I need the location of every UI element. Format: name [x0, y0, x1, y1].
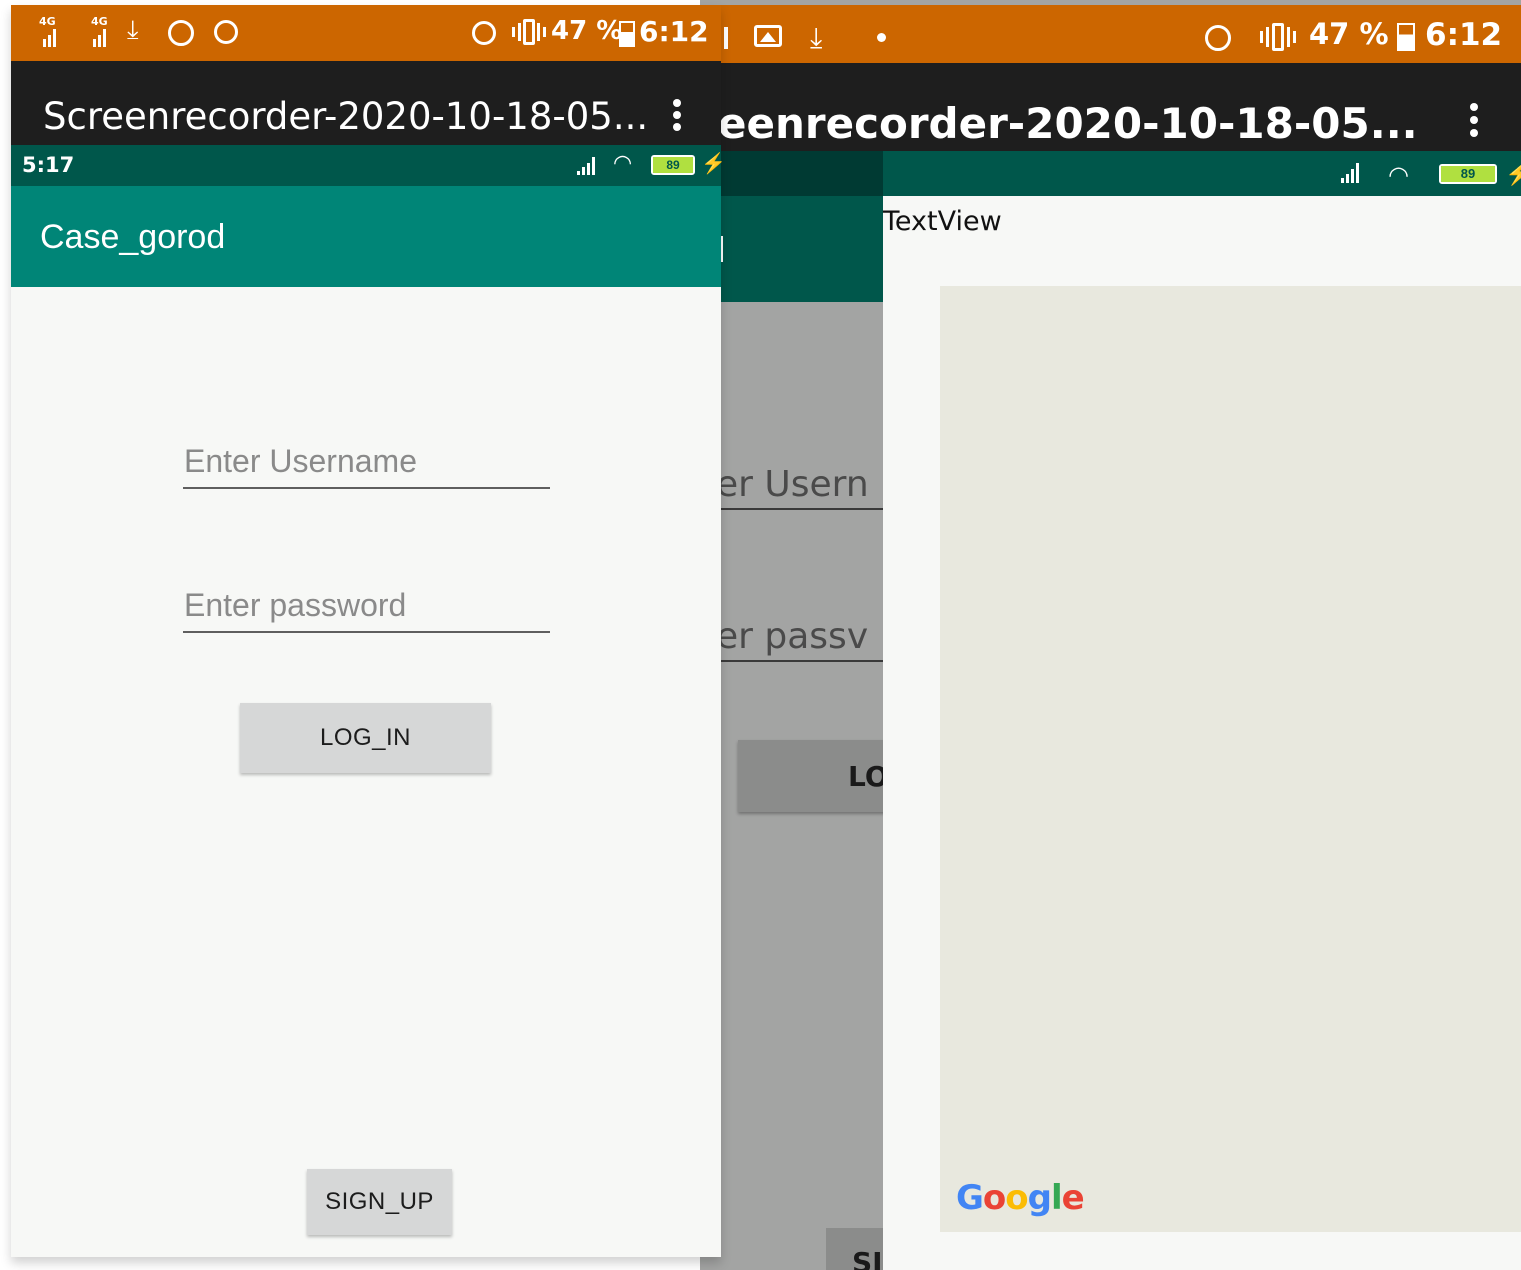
- sim1-signal-icon: 4G: [39, 15, 67, 47]
- whatsapp-icon: [168, 20, 194, 46]
- alarm-icon: [214, 20, 238, 44]
- more-options-icon[interactable]: [673, 99, 681, 131]
- alarm-icon-right: [472, 21, 496, 45]
- password-underline: [183, 631, 550, 633]
- sim2-signal-icon: 4G: [85, 15, 117, 47]
- signal-icon: [724, 27, 728, 49]
- password-placeholder: Enter password: [184, 587, 407, 623]
- cell-signal-icon: [1341, 163, 1359, 183]
- password-input[interactable]: Enter password: [183, 581, 550, 633]
- username-field-underline: [720, 508, 883, 510]
- map-view[interactable]: Google: [940, 286, 1521, 1232]
- gallery-icon: [754, 25, 782, 47]
- video-title: eenrecorder-2020-10-18-05...: [718, 99, 1418, 148]
- right-recording: ⤓ 47 % 6:12 eenrecorder-2020-10-18-05...…: [700, 0, 1521, 1270]
- clock-time: 6:12: [1425, 17, 1503, 53]
- textview-label: TextView: [883, 206, 1002, 237]
- vibrate-icon: [1260, 23, 1296, 51]
- vibrate-icon: [512, 19, 546, 45]
- username-field-partial: er Usern: [716, 464, 869, 505]
- app-status-time: 5:17: [22, 153, 75, 177]
- video-title: Screenrecorder-2020-10-18-05...: [43, 95, 649, 138]
- password-field-partial: er passv: [716, 616, 869, 657]
- app-action-bar: Case_gorod: [11, 186, 721, 287]
- charging-icon: ⚡: [701, 153, 726, 175]
- clock-time: 6:12: [639, 15, 709, 48]
- battery-percent: 47 %: [1309, 17, 1389, 51]
- dimmed-app-bar-top: [700, 151, 883, 196]
- notification-dot-icon: [877, 33, 886, 42]
- map-activity-status-bar: ◠ 89 ⚡: [883, 151, 1521, 196]
- charging-icon: ⚡: [1505, 161, 1521, 186]
- battery-icon: [619, 21, 635, 47]
- left-recording: 4G 4G ⤓ 47 % 6:12 Screenrecorder-2020-10…: [11, 5, 726, 1257]
- battery-icon: 89: [1439, 164, 1497, 184]
- username-input[interactable]: Enter Username: [183, 437, 550, 489]
- signup-button-partial: SI: [826, 1228, 883, 1270]
- signup-button[interactable]: SIGN_UP: [307, 1169, 452, 1235]
- left-device-status-bar: 4G 4G ⤓ 47 % 6:12: [11, 5, 721, 61]
- login-button[interactable]: LOG_IN: [240, 703, 491, 773]
- left-video-title-bar: Screenrecorder-2020-10-18-05...: [11, 61, 721, 145]
- more-options-icon[interactable]: [1470, 103, 1478, 137]
- google-logo: Google: [956, 1178, 1085, 1218]
- wifi-icon: ◠: [1388, 161, 1409, 189]
- alarm-icon: [1205, 25, 1231, 51]
- dimmed-login-form: er Usern er passv LO SI: [700, 302, 883, 1270]
- download-icon: ⤓: [127, 15, 139, 45]
- battery-icon: 89: [651, 155, 695, 175]
- right-device-status-bar: ⤓ 47 % 6:12: [700, 5, 1521, 63]
- battery-icon: [1397, 23, 1415, 51]
- cell-signal-icon: [577, 157, 595, 175]
- username-placeholder: Enter Username: [184, 443, 417, 479]
- map-activity-content: TextView Google: [883, 196, 1521, 1270]
- app-status-bar: 5:17 ◠ 89 ⚡: [11, 145, 726, 186]
- battery-percent: 47 %: [551, 16, 623, 46]
- download-icon: ⤓: [810, 21, 823, 54]
- password-field-underline: [720, 660, 883, 662]
- username-underline: [183, 487, 550, 489]
- login-button-partial: LO: [738, 740, 883, 812]
- wifi-icon: ◠: [613, 151, 633, 176]
- app-title: Case_gorod: [40, 218, 226, 256]
- right-video-title-bar: eenrecorder-2020-10-18-05...: [700, 63, 1521, 151]
